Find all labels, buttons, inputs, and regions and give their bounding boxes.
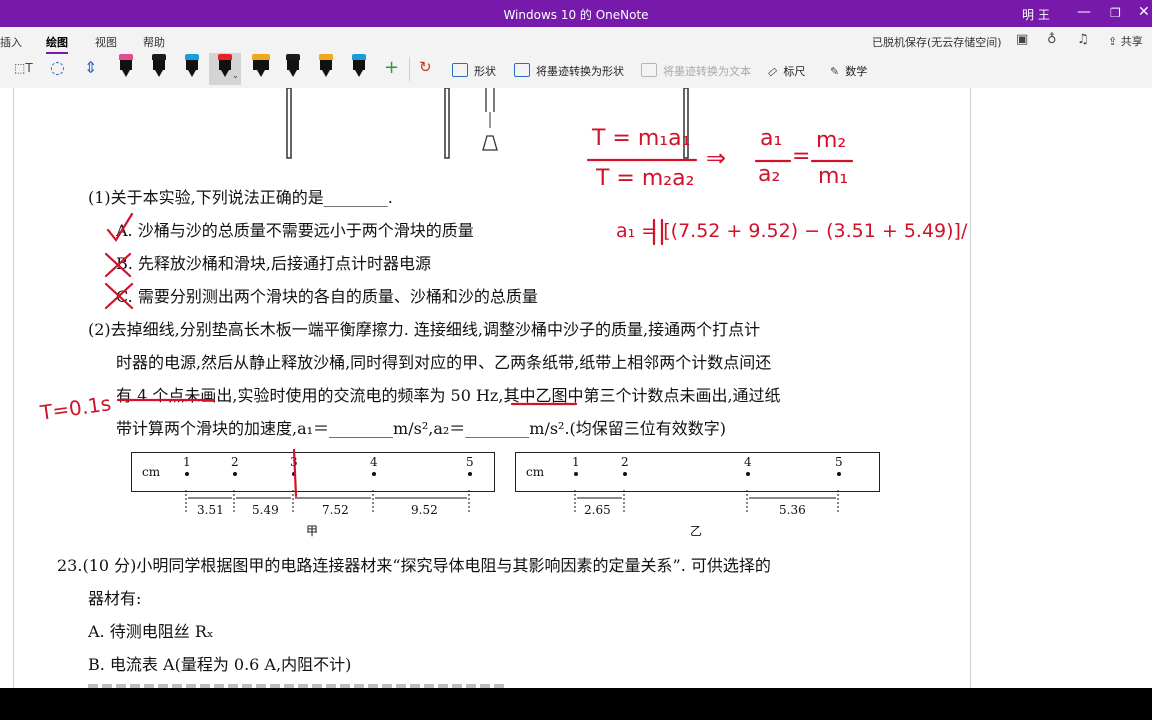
ink-to-text-button[interactable]: 将墨迹转换为文本 xyxy=(641,63,751,79)
pen-pink[interactable] xyxy=(119,54,133,77)
taskbar-black-strip xyxy=(0,688,1152,720)
pen-blue-2[interactable] xyxy=(352,54,366,77)
ink-to-shape-label: 将墨迹转换为形状 xyxy=(536,65,624,78)
tab-draw[interactable]: 绘图 xyxy=(46,34,68,54)
close-icon[interactable]: ✕ xyxy=(1138,4,1150,20)
ink-equals: = xyxy=(792,144,811,169)
ruler-button[interactable]: ▭ 标尺 xyxy=(764,63,806,80)
ink-eq1: T = m₁a₁ xyxy=(592,126,691,151)
save-status: 已脱机保存(无云存储空间) xyxy=(872,36,1002,49)
pen-black[interactable] xyxy=(152,54,166,77)
add-space-icon[interactable]: ⇕ xyxy=(84,58,97,80)
highlighter-orange[interactable] xyxy=(252,54,270,77)
eraser-icon[interactable]: ◌ xyxy=(50,58,65,80)
pen-blue[interactable] xyxy=(185,54,199,77)
ruler-label: 标尺 xyxy=(783,65,806,78)
maximize-icon[interactable]: ❐ xyxy=(1110,6,1121,20)
ink-ratio-den-right: m₁ xyxy=(818,164,849,189)
ink-a1-expression: a₁ = [(7.52 + 9.52) − (3.51 + 5.49)]/ xyxy=(616,220,968,242)
ink-ratio-den-left: a₂ xyxy=(758,162,781,187)
ink-to-text-icon xyxy=(641,63,657,77)
lasso-select-icon[interactable]: ⬚T xyxy=(14,61,33,83)
ink-to-shape-button[interactable]: 将墨迹转换为形状 xyxy=(514,63,624,79)
title-bar: Windows 10 的 OneNote 明 王 — ❐ ✕ xyxy=(0,0,1152,27)
ink-eq2: T = m₂a₂ xyxy=(596,166,695,191)
ribbon: 插入 绘图 视图 帮助 已脱机保存(无云存储空间) ▣ ♁ ♫ ⇪ 共享 ⬚T … xyxy=(0,27,1152,89)
ink-to-text-label: 将墨迹转换为文本 xyxy=(663,65,751,78)
pen-red[interactable] xyxy=(218,54,232,77)
pen-black-2[interactable] xyxy=(286,54,300,77)
lightbulb-icon[interactable]: ♁ xyxy=(1047,32,1057,47)
notebook-icon[interactable]: ▣ xyxy=(1016,32,1028,47)
minimize-icon[interactable]: — xyxy=(1077,4,1091,20)
window-title: Windows 10 的 OneNote xyxy=(503,8,649,22)
math-label: 数学 xyxy=(845,65,868,78)
pen-orange[interactable] xyxy=(319,54,333,77)
ink-to-shape-icon xyxy=(514,63,530,77)
add-pen-icon[interactable]: + xyxy=(384,57,399,79)
shape-button[interactable]: 形状 xyxy=(452,63,496,79)
ink-arrow: ⇒ xyxy=(706,144,727,172)
bell-icon[interactable]: ♫ xyxy=(1077,32,1089,47)
ribbon-separator xyxy=(409,57,410,81)
ink-ratio-num-right: m₂ xyxy=(816,128,847,153)
user-name[interactable]: 明 王 xyxy=(1022,6,1050,23)
tab-view[interactable]: 视图 xyxy=(95,34,117,50)
ink-ratio-num-left: a₁ xyxy=(760,126,783,151)
page-canvas[interactable]: (1)关于本实验,下列说法正确的是________. A. 沙桶与沙的总质量不需… xyxy=(0,88,1152,688)
tab-insert[interactable]: 插入 xyxy=(0,34,22,50)
tab-help[interactable]: 帮助 xyxy=(143,34,165,50)
ink-replay-icon[interactable]: ↻ xyxy=(419,58,432,80)
shape-label: 形状 xyxy=(474,65,496,78)
math-icon: ✎ xyxy=(830,65,840,78)
chevron-down-icon[interactable]: ⌄ xyxy=(232,71,239,80)
share-label: 共享 xyxy=(1120,35,1143,48)
share-button[interactable]: ⇪ 共享 xyxy=(1108,33,1143,49)
shape-icon xyxy=(452,63,468,77)
ruler-icon: ▭ xyxy=(764,63,781,80)
math-button[interactable]: ✎ 数学 xyxy=(830,63,867,79)
